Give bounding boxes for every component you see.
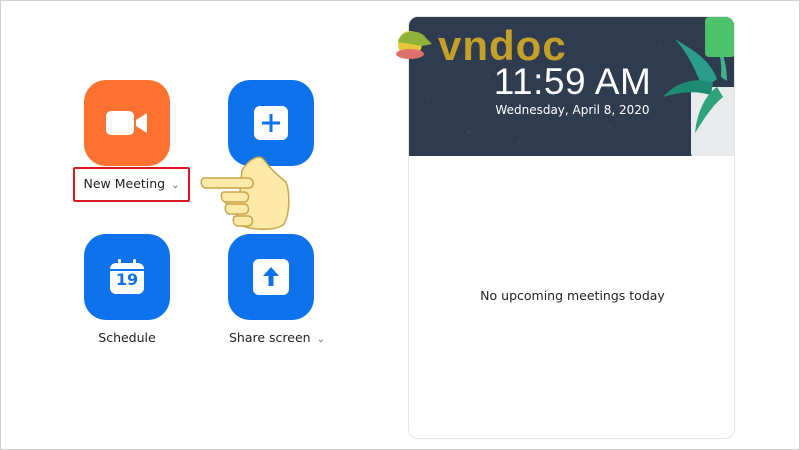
calendar-day: 19 bbox=[115, 270, 139, 289]
watermark-logo: vndoc bbox=[438, 22, 567, 69]
share-screen-button[interactable] bbox=[228, 234, 314, 320]
current-date: Wednesday, April 8, 2020 bbox=[495, 103, 650, 117]
arrow-up-icon bbox=[253, 259, 289, 295]
plus-icon bbox=[254, 106, 288, 140]
pointing-hand-icon bbox=[200, 156, 290, 230]
no-meetings-message: No upcoming meetings today bbox=[480, 288, 665, 303]
meetings-card: 11:59 AM Wednesday, April 8, 2020 No upc… bbox=[408, 16, 735, 439]
new-meeting-button[interactable] bbox=[84, 80, 170, 166]
share-screen-label[interactable]: Share screen ⌄ bbox=[222, 330, 332, 345]
chevron-down-icon[interactable]: ⌄ bbox=[317, 334, 325, 345]
highlight-box bbox=[73, 167, 190, 202]
schedule-label[interactable]: Schedule bbox=[84, 330, 170, 345]
mascot-logo bbox=[396, 31, 432, 59]
video-camera-icon bbox=[106, 111, 147, 135]
